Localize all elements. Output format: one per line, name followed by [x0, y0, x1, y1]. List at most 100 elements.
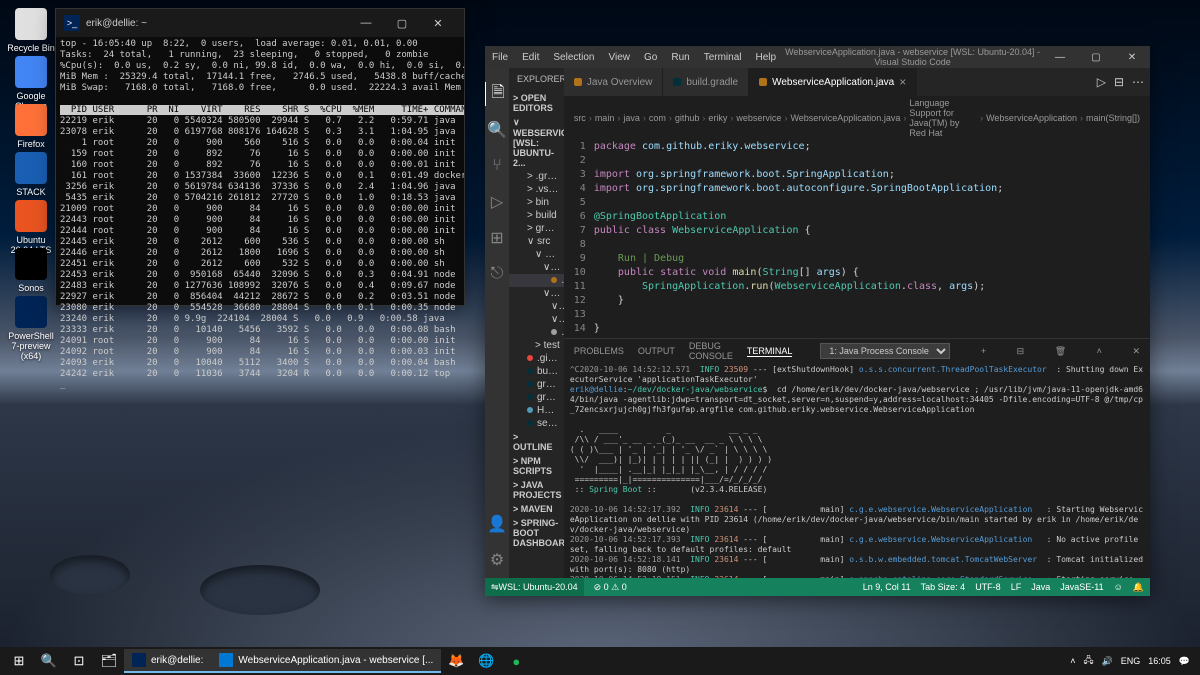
- chrome-icon[interactable]: 🌐: [471, 647, 501, 675]
- terminal-body[interactable]: top - 16:05:40 up 8:22, 0 users, load av…: [56, 37, 464, 393]
- breadcrumb-segment[interactable]: main(String[]): [1086, 113, 1140, 123]
- breadcrumb-segment[interactable]: github: [675, 113, 700, 123]
- cursor-position[interactable]: Ln 9, Col 11: [863, 582, 911, 592]
- workspace-section[interactable]: ∨ WEBSERVICE [WSL: UBUNTU-2...: [509, 115, 564, 170]
- tree-item[interactable]: .gitignore: [509, 352, 564, 365]
- run-icon[interactable]: ▷: [1097, 75, 1106, 89]
- tree-item[interactable]: ∨ static: [509, 300, 564, 313]
- breadcrumb-segment[interactable]: com: [649, 113, 666, 123]
- section-spring-boot dashboard[interactable]: > SPRING-BOOT DASHBOARD: [509, 516, 564, 550]
- firefox-icon[interactable]: 🦊: [441, 647, 471, 675]
- taskbar-item-terminal[interactable]: erik@dellie:: [124, 649, 211, 673]
- breadcrumb[interactable]: src›main›java›com›github›eriky›webservic…: [564, 96, 1150, 140]
- extensions-icon[interactable]: ⊞: [485, 226, 509, 250]
- eol[interactable]: LF: [1011, 582, 1022, 592]
- section-outline[interactable]: > OUTLINE: [509, 430, 564, 454]
- desktop-icon-firefox[interactable]: Firefox: [6, 104, 56, 149]
- explorer-icon[interactable]: 🗂: [94, 647, 124, 675]
- tree-item[interactable]: > test: [509, 339, 564, 352]
- account-icon[interactable]: 👤: [485, 512, 509, 536]
- split-icon[interactable]: ⊟: [1114, 75, 1124, 89]
- feedback-icon[interactable]: ☺: [1114, 582, 1123, 592]
- desktop-icon-ubuntu[interactable]: Ubuntu 20.04 LTS: [6, 200, 56, 255]
- close-button[interactable]: ✕: [1114, 46, 1150, 68]
- menu-view[interactable]: View: [602, 52, 638, 63]
- minimize-button[interactable]: —: [348, 9, 384, 37]
- vscode-window[interactable]: FileEditSelectionViewGoRunTerminalHelp W…: [485, 46, 1150, 596]
- tray-chevron-icon[interactable]: ˄: [1070, 656, 1075, 666]
- desktop-icon-stack[interactable]: STACK: [6, 152, 56, 197]
- close-icon[interactable]: ×: [899, 75, 906, 89]
- menu-terminal[interactable]: Terminal: [697, 52, 749, 63]
- panel-tab-terminal[interactable]: TERMINAL: [747, 346, 793, 357]
- system-tray[interactable]: ˄ 🖧 🔊 ENG 16:05 💬: [1064, 653, 1196, 669]
- maximize-button[interactable]: ▢: [1078, 46, 1114, 68]
- tree-item[interactable]: ∨ resources: [509, 287, 564, 300]
- menu-edit[interactable]: Edit: [515, 52, 546, 63]
- tree-item[interactable]: > build: [509, 209, 564, 222]
- menu-file[interactable]: File: [485, 52, 515, 63]
- menu-run[interactable]: Run: [664, 52, 696, 63]
- remote-indicator[interactable]: ⇋ WSL: Ubuntu-20.04: [485, 578, 584, 596]
- language-mode[interactable]: Java: [1031, 582, 1050, 592]
- spotify-icon[interactable]: ●: [501, 647, 531, 675]
- tab-Java Overview[interactable]: Java Overview: [564, 68, 664, 96]
- breadcrumb-segment[interactable]: main: [595, 113, 615, 123]
- tab-WebserviceApplication.java[interactable]: WebserviceApplication.java×: [749, 68, 917, 96]
- maximize-button[interactable]: ▢: [384, 9, 420, 37]
- panel-tab-output[interactable]: OUTPUT: [638, 346, 675, 356]
- trash-icon[interactable]: 🗑: [1055, 346, 1066, 357]
- explorer-icon[interactable]: 🗎: [485, 82, 508, 106]
- clock[interactable]: 16:05: [1148, 656, 1171, 666]
- open-editors-section[interactable]: > OPEN EDITORS: [509, 91, 564, 115]
- panel-body[interactable]: ^C2020-10-06 14:52:12.571 INFO 23509 ---…: [564, 363, 1150, 578]
- tree-item[interactable]: HELP.md: [509, 404, 564, 417]
- gear-icon[interactable]: ⚙: [485, 548, 509, 572]
- tree-item[interactable]: settings.gradle: [509, 417, 564, 430]
- volume-icon[interactable]: 🔊: [1102, 656, 1113, 667]
- tree-item[interactable]: gradlew.bat: [509, 391, 564, 404]
- desktop-icon-powershell[interactable]: PowerShell 7-preview (x64): [6, 296, 56, 361]
- tree-item[interactable]: > bin: [509, 196, 564, 209]
- jdk[interactable]: JavaSE-11: [1060, 582, 1103, 592]
- more-icon[interactable]: ⋯: [1132, 75, 1144, 89]
- language-indicator[interactable]: ENG: [1121, 656, 1141, 666]
- run-debug-icon[interactable]: ▷: [485, 190, 509, 214]
- desktop-icon-sonos[interactable]: Sonos: [6, 248, 56, 293]
- taskbar-item-vscode[interactable]: WebserviceApplication.java - webservice …: [211, 649, 441, 673]
- terminal-selector[interactable]: 1: Java Process Console: [820, 343, 950, 359]
- desktop-icon-chrome[interactable]: Google Chrome: [6, 56, 56, 111]
- menu-selection[interactable]: Selection: [546, 52, 601, 63]
- breadcrumb-segment[interactable]: WebserviceApplication.java: [790, 113, 900, 123]
- notifications-icon[interactable]: 💬: [1179, 656, 1190, 667]
- tree-item[interactable]: WebserviceApplicatio...: [509, 274, 564, 287]
- section-maven[interactable]: > MAVEN: [509, 502, 564, 516]
- tree-item[interactable]: ∨ templates: [509, 313, 564, 326]
- tree-item[interactable]: ∨ java \ com \ github \ eri...: [509, 261, 564, 274]
- tree-item[interactable]: ∨ main: [509, 248, 564, 261]
- network-icon[interactable]: 🖧: [1083, 653, 1093, 669]
- maximize-panel-icon[interactable]: ˄: [1097, 346, 1102, 356]
- tab-size[interactable]: Tab Size: 4: [921, 582, 966, 592]
- vscode-titlebar[interactable]: FileEditSelectionViewGoRunTerminalHelp W…: [485, 46, 1150, 68]
- breadcrumb-segment[interactable]: eriky: [708, 113, 727, 123]
- section-java projects[interactable]: > JAVA PROJECTS: [509, 478, 564, 502]
- breadcrumb-segment[interactable]: Language Support for Java(TM) by Red Hat: [909, 98, 977, 138]
- start-button[interactable]: ⊞: [4, 647, 34, 675]
- panel-tab-debug console[interactable]: DEBUG CONSOLE: [689, 341, 733, 361]
- menu-go[interactable]: Go: [637, 52, 664, 63]
- encoding[interactable]: UTF-8: [975, 582, 1001, 592]
- breadcrumb-segment[interactable]: src: [574, 113, 586, 123]
- bell-icon[interactable]: 🔔: [1133, 582, 1144, 593]
- search-icon[interactable]: 🔍: [485, 118, 509, 142]
- minimize-button[interactable]: —: [1042, 46, 1078, 68]
- close-button[interactable]: ✕: [420, 9, 456, 37]
- search-icon[interactable]: 🔍: [34, 647, 64, 675]
- breadcrumb-segment[interactable]: webservice: [736, 113, 781, 123]
- tree-item[interactable]: > gradle: [509, 222, 564, 235]
- menu-help[interactable]: Help: [749, 52, 784, 63]
- tree-item[interactable]: application.properties: [509, 326, 564, 339]
- panel-tab-problems[interactable]: PROBLEMS: [574, 346, 624, 356]
- code-editor[interactable]: 1234567891011121314 package com.github.e…: [564, 140, 1150, 338]
- tab-build.gradle[interactable]: build.gradle: [663, 68, 749, 96]
